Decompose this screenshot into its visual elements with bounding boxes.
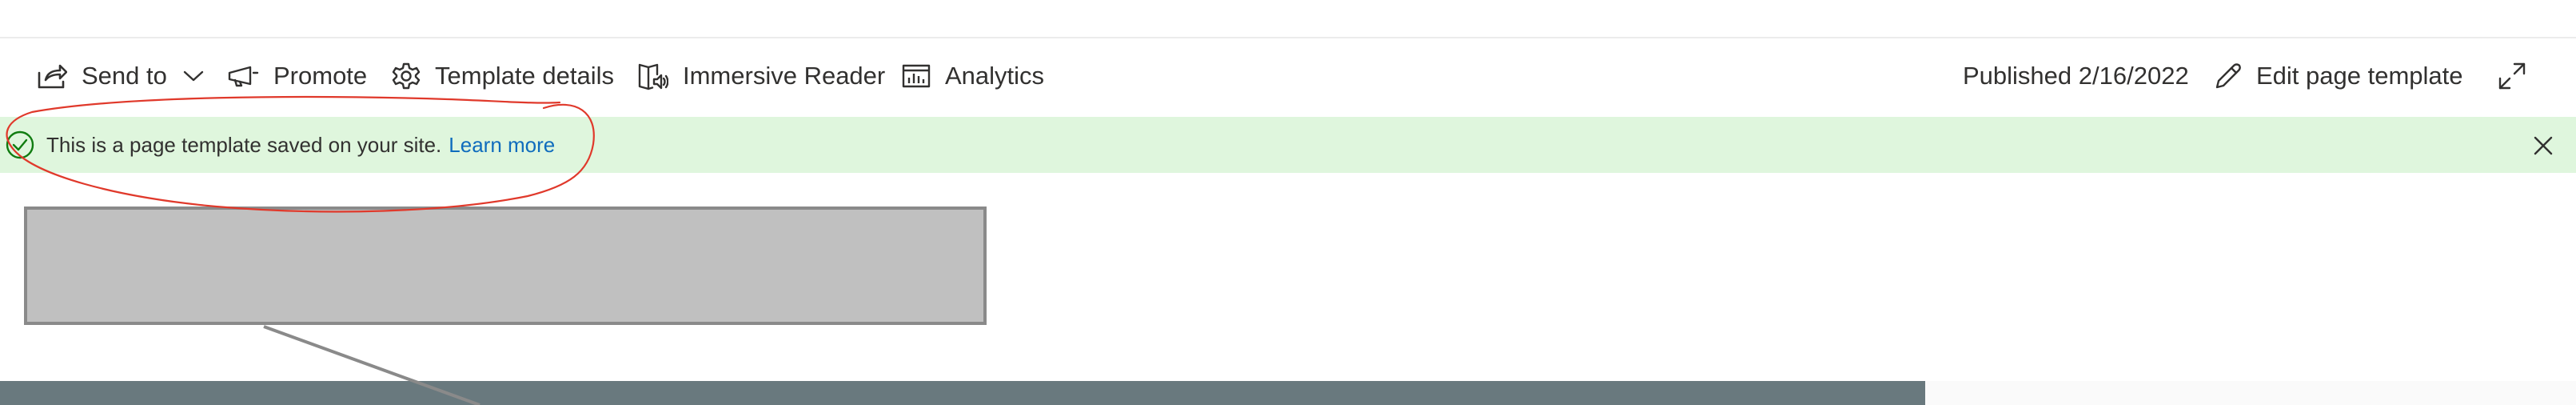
image-placeholder [24, 207, 987, 325]
banner-message: This is a page template saved on your si… [46, 132, 442, 157]
analytics-label: Analytics [945, 62, 1045, 90]
template-info-banner: This is a page template saved on your si… [0, 117, 2576, 173]
chevron-down-icon[interactable] [183, 70, 204, 82]
template-details-button[interactable]: Template details [392, 38, 614, 114]
immersive-reader-label: Immersive Reader [683, 62, 886, 90]
immersive-reader-button[interactable]: Immersive Reader [638, 38, 885, 114]
immersive-reader-icon [638, 61, 668, 91]
gear-icon [392, 62, 421, 90]
hero-section-band [0, 381, 1925, 405]
promote-button[interactable]: Promote [227, 38, 367, 114]
send-to-label: Send to [82, 62, 167, 90]
learn-more-link[interactable]: Learn more [449, 133, 555, 158]
command-bar: Send to Promote Template details Immersi… [0, 38, 2576, 114]
expand-button[interactable] [2498, 38, 2526, 114]
template-details-label: Template details [435, 62, 615, 90]
expand-icon [2498, 62, 2526, 90]
bar-chart-icon [902, 64, 931, 88]
send-to-button[interactable]: Send to [37, 38, 204, 114]
megaphone-icon [227, 65, 259, 87]
edit-page-template-label: Edit page template [2256, 62, 2463, 90]
share-arrow-icon [37, 62, 67, 90]
published-label: Published 2/16/2022 [1963, 62, 2189, 90]
pencil-icon [2215, 62, 2242, 90]
edit-page-template-button[interactable]: Edit page template [2215, 38, 2463, 114]
analytics-button[interactable]: Analytics [902, 38, 1044, 114]
check-circle-icon [5, 130, 35, 164]
banner-message-row: This is a page template saved on your si… [46, 117, 555, 173]
right-panel-area [1925, 381, 2576, 405]
promote-label: Promote [273, 62, 368, 90]
close-icon[interactable] [2529, 131, 2558, 164]
top-strip [0, 0, 2576, 38]
published-status: Published 2/16/2022 [1963, 38, 2189, 114]
